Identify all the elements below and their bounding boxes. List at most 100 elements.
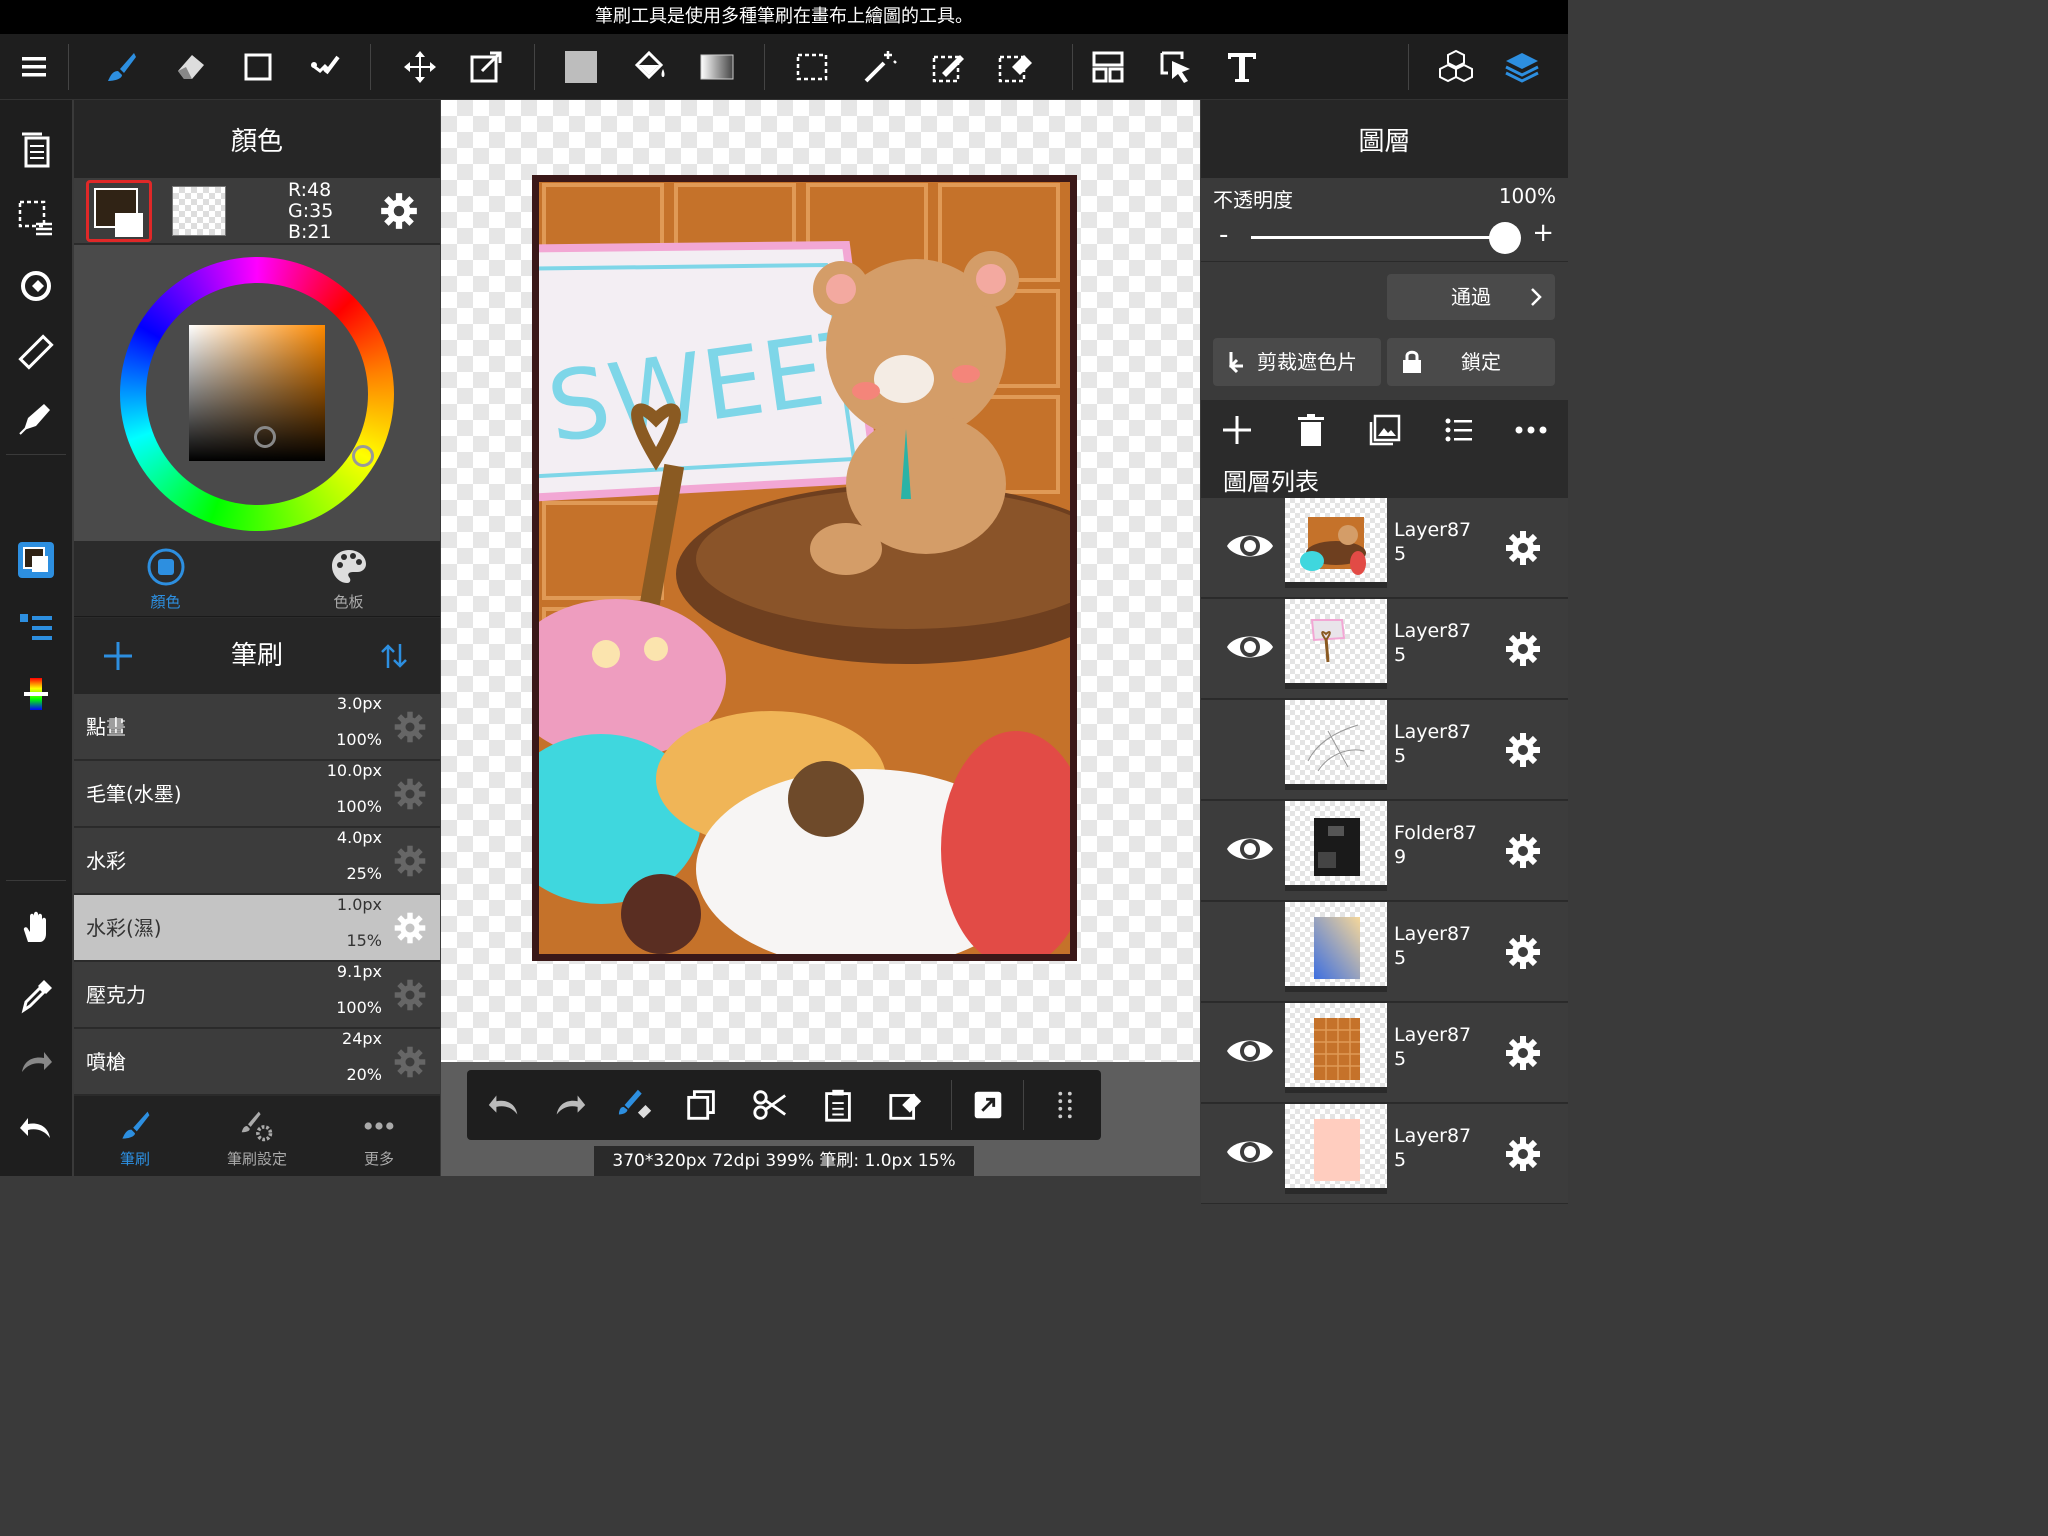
brush-item[interactable]: 毛筆(水墨) 10.0px 100% xyxy=(74,761,440,827)
layer-thumbnail[interactable] xyxy=(1285,902,1387,992)
visibility-eye-icon[interactable] xyxy=(1225,1132,1275,1172)
correction-icon[interactable] xyxy=(298,34,354,100)
add-layer-icon[interactable] xyxy=(1219,412,1255,448)
ruler-icon[interactable] xyxy=(0,324,72,380)
layer-settings-gear-icon[interactable] xyxy=(1503,1134,1543,1174)
layers-icon[interactable] xyxy=(1494,34,1550,100)
layer-row[interactable]: Layer87 5 xyxy=(1201,902,1568,1002)
hue-cursor[interactable] xyxy=(352,445,374,467)
background-color-swatch[interactable] xyxy=(172,186,226,236)
opacity-slider-knob[interactable] xyxy=(1489,222,1521,254)
redo-icon[interactable] xyxy=(0,1034,72,1090)
layer-image-icon[interactable] xyxy=(1367,412,1403,448)
brush-gear-icon[interactable] xyxy=(392,776,428,812)
brush-gear-icon[interactable] xyxy=(392,910,428,946)
layer-row[interactable]: Layer87 5 xyxy=(1201,1003,1568,1103)
selection-layer-icon[interactable] xyxy=(0,190,72,246)
layer-thumbnail[interactable] xyxy=(1285,1104,1387,1194)
lock-button[interactable]: 鎖定 xyxy=(1387,338,1555,386)
sort-brush-icon[interactable] xyxy=(378,640,410,672)
opacity-increase[interactable]: + xyxy=(1532,218,1554,248)
tab-brush-settings[interactable]: 筆刷設定 xyxy=(196,1096,318,1176)
folder-row[interactable]: Folder87 9 xyxy=(1201,801,1568,901)
pen-tool-icon[interactable] xyxy=(0,390,72,446)
redo-button[interactable] xyxy=(537,1070,603,1140)
3d-cubes-icon[interactable] xyxy=(1428,34,1484,100)
layer-thumbnail[interactable] xyxy=(1285,700,1387,790)
layer-settings-gear-icon[interactable] xyxy=(1503,932,1543,972)
tab-palette[interactable]: 色板 xyxy=(257,541,440,617)
copy-button[interactable] xyxy=(669,1070,735,1140)
menu-icon[interactable] xyxy=(6,34,62,100)
operation-icon[interactable] xyxy=(1148,34,1204,100)
blend-mode-button[interactable]: 通過 xyxy=(1387,274,1555,320)
brush-gear-icon[interactable] xyxy=(392,1044,428,1080)
select-eraser-icon[interactable] xyxy=(988,34,1044,100)
tab-more[interactable]: 更多 xyxy=(318,1096,440,1176)
layer-thumbnail[interactable] xyxy=(1285,801,1387,891)
eyedropper-icon[interactable] xyxy=(0,968,72,1024)
brush-item[interactable]: 點畫 3.0px 100% xyxy=(74,694,440,760)
magic-wand-icon[interactable] xyxy=(852,34,908,100)
layer-row[interactable]: Layer87 5 xyxy=(1201,498,1568,598)
brush-gear-icon[interactable] xyxy=(392,843,428,879)
clipping-button[interactable]: 剪裁遮色片 xyxy=(1213,338,1381,386)
deselect-button[interactable] xyxy=(873,1070,939,1140)
tab-color[interactable]: 顏色 xyxy=(74,541,257,617)
brush-gear-icon[interactable] xyxy=(392,977,428,1013)
foreground-color-swatch[interactable] xyxy=(86,180,152,242)
brush-item[interactable]: 壓克力 9.1px 100% xyxy=(74,962,440,1028)
visibility-eye-icon[interactable] xyxy=(1225,1031,1275,1071)
color-settings-gear-icon[interactable] xyxy=(378,190,420,232)
layer-list-menu-icon[interactable] xyxy=(1441,412,1477,448)
bucket-icon[interactable] xyxy=(621,34,677,100)
opacity-decrease[interactable]: - xyxy=(1219,220,1228,250)
gradient-icon[interactable] xyxy=(689,34,745,100)
hand-icon[interactable] xyxy=(0,900,72,956)
layer-settings-gear-icon[interactable] xyxy=(1503,730,1543,770)
brush-item[interactable]: 噴槍 24px 20% xyxy=(74,1029,440,1095)
visibility-eye-icon[interactable] xyxy=(1225,627,1275,667)
visibility-toggle-hidden[interactable] xyxy=(1225,728,1275,768)
brush-item[interactable]: 水彩 4.0px 25% xyxy=(74,828,440,894)
layout-icon[interactable] xyxy=(1080,34,1136,100)
brush-gear-icon[interactable] xyxy=(392,709,428,745)
undo-button[interactable] xyxy=(471,1070,537,1140)
trash-icon[interactable] xyxy=(1293,412,1329,448)
move-icon[interactable] xyxy=(392,34,448,100)
shape-icon[interactable] xyxy=(230,34,286,100)
undo-icon[interactable] xyxy=(0,1100,72,1156)
select-pen-icon[interactable] xyxy=(920,34,976,100)
layer-list-icon[interactable] xyxy=(0,600,72,656)
text-icon[interactable] xyxy=(1214,34,1270,100)
color-slider-icon[interactable] xyxy=(0,666,72,722)
layer-settings-gear-icon[interactable] xyxy=(1503,831,1543,871)
rotate-icon[interactable] xyxy=(0,258,72,314)
visibility-eye-icon[interactable] xyxy=(1225,829,1275,869)
fill-color-icon[interactable] xyxy=(553,34,609,100)
cut-button[interactable] xyxy=(737,1070,803,1140)
visibility-toggle-hidden[interactable] xyxy=(1225,930,1275,970)
share-button[interactable] xyxy=(955,1070,1021,1140)
tab-brush[interactable]: 筆刷 xyxy=(74,1096,196,1176)
transform-icon[interactable] xyxy=(458,34,514,100)
opacity-slider[interactable] xyxy=(1251,236,1501,239)
brush-item[interactable]: 水彩(濕) 1.0px 15% xyxy=(74,895,440,961)
brush-eraser-toggle[interactable] xyxy=(603,1070,669,1140)
layer-thumbnail[interactable] xyxy=(1285,498,1387,588)
select-icon[interactable] xyxy=(784,34,840,100)
layer-row[interactable]: Layer87 5 xyxy=(1201,700,1568,800)
layer-thumbnail[interactable] xyxy=(1285,1003,1387,1093)
more-options-icon[interactable] xyxy=(1513,412,1549,448)
layer-row[interactable]: Layer87 5 xyxy=(1201,599,1568,699)
layer-thumbnail[interactable] xyxy=(1285,599,1387,689)
sv-cursor[interactable] xyxy=(254,426,276,448)
color-swatch-icon[interactable] xyxy=(0,532,72,588)
layer-settings-gear-icon[interactable] xyxy=(1503,528,1543,568)
page-icon[interactable] xyxy=(0,122,72,178)
add-brush-icon[interactable] xyxy=(102,640,134,672)
layer-settings-gear-icon[interactable] xyxy=(1503,1033,1543,1073)
paste-button[interactable] xyxy=(805,1070,871,1140)
drawing-canvas[interactable]: SWEET xyxy=(441,100,1200,1062)
eraser-icon[interactable] xyxy=(162,34,218,100)
